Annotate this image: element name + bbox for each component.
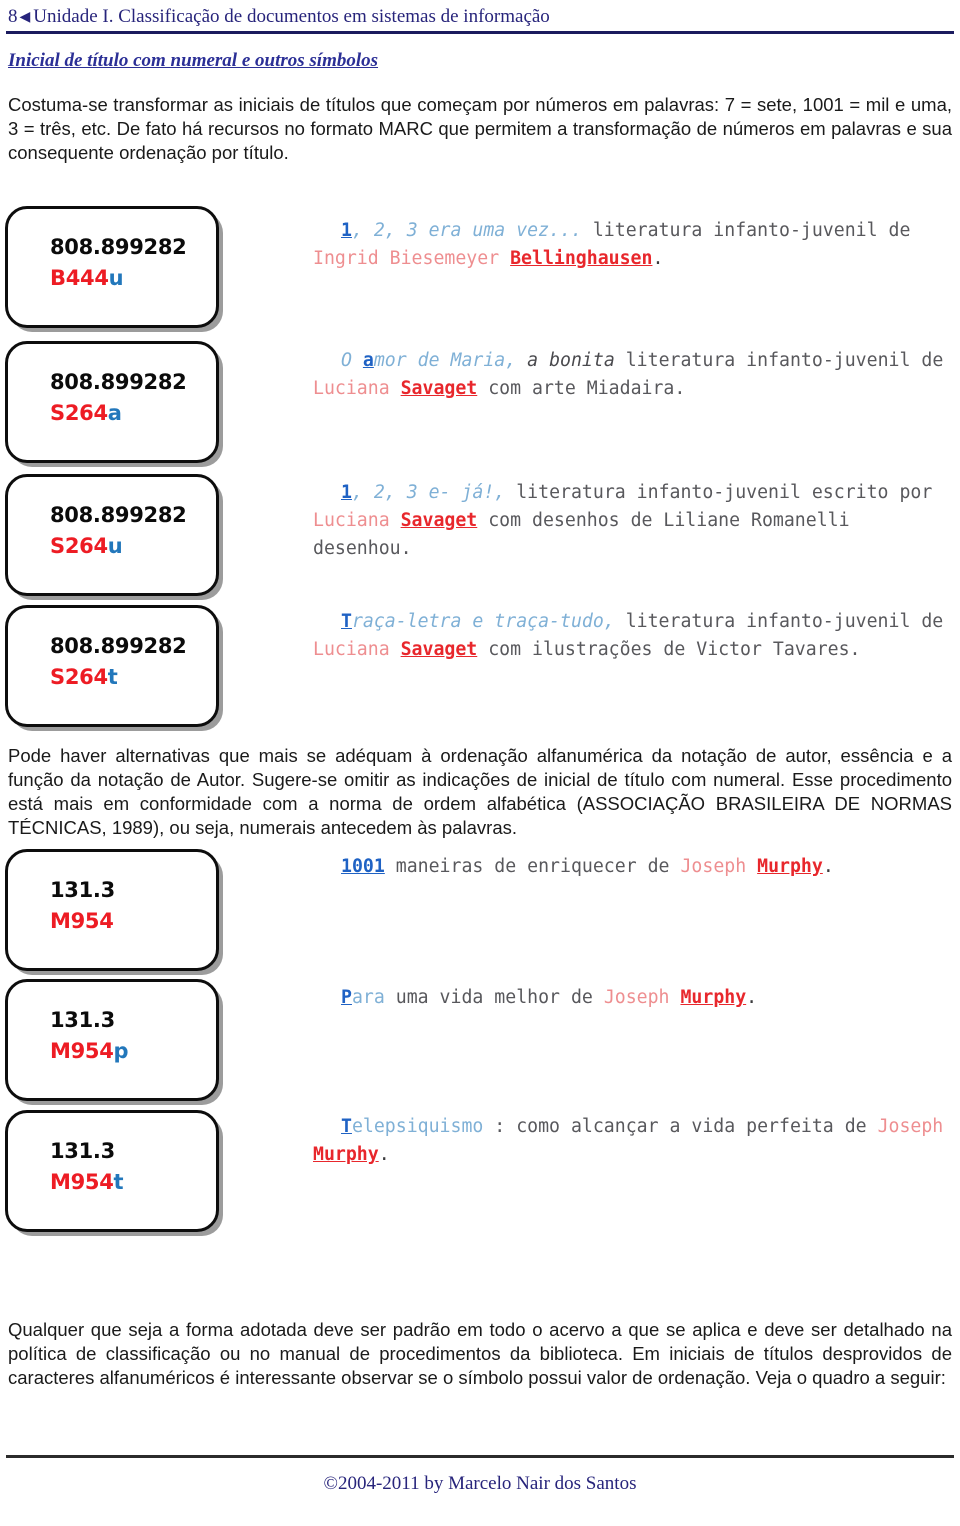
entry-author-2: Luciana	[313, 378, 401, 399]
entry-surname-3: Savaget	[400, 510, 478, 531]
cutter-number-4: S264t	[50, 665, 118, 689]
entry-initial-5: 1001	[341, 856, 385, 877]
cutter-suffix-2: a	[107, 401, 122, 425]
entry-pretitle-2: O	[341, 350, 363, 371]
entry-period-6: .	[746, 987, 758, 1008]
entry-period-1: .	[652, 248, 664, 269]
call-number-5: 131.3	[50, 878, 115, 902]
callout-box-record-7: 131.3 M954t	[5, 1110, 219, 1232]
entry-text-6: Para uma vida melhor de Joseph Murphy.	[313, 984, 958, 1012]
call-number-4: 808.899282	[50, 634, 187, 658]
call-number-7: 131.3	[50, 1139, 115, 1163]
paragraph-middle: Pode haver alternativas que mais se adéq…	[8, 745, 952, 838]
entry-author-6: Joseph	[603, 987, 681, 1008]
cutter-suffix-3: u	[107, 534, 123, 558]
cutter-number-2: S264a	[50, 401, 122, 425]
entry-subtitle-2: a bonita	[516, 350, 615, 371]
entry-author-1: Ingrid Biesemeyer	[313, 248, 511, 269]
header-title: Unidade I. Classificação de documentos e…	[33, 6, 550, 27]
page-header: 8 ◀ Unidade I. Classificação de documentos…	[8, 6, 952, 28]
entry-title-1: , 2, 3 era uma vez...	[351, 220, 582, 241]
entry-title-7: elepsiquismo	[351, 1116, 484, 1137]
entry-surname-2: Savaget	[400, 378, 478, 399]
cutter-main-6: M954	[50, 1039, 114, 1063]
entry-body-5: maneiras de enriquecer de	[384, 856, 681, 877]
cutter-number-6: M954p	[50, 1039, 129, 1063]
entry-period-7: .	[378, 1144, 390, 1165]
entry-text-4: Traça-letra e traça-tudo, literatura inf…	[313, 608, 958, 664]
entry-initial-1: 1	[341, 220, 352, 241]
callout-box-record-6: 131.3 M954p	[5, 979, 219, 1101]
entry-text-2: O amor de Maria, a bonita literatura inf…	[313, 347, 958, 403]
cutter-number-3: S264u	[50, 534, 123, 558]
entry-surname-5: Murphy	[757, 856, 823, 877]
call-number-2: 808.899282	[50, 370, 187, 394]
entry-initial-3: 1	[341, 482, 352, 503]
entry-initial-7: T	[341, 1116, 352, 1137]
entry-title-6: ara	[351, 987, 385, 1008]
entry-text-5: 1001 maneiras de enriquecer de Joseph Mu…	[313, 853, 958, 881]
entry-initial-6: P	[341, 987, 352, 1008]
call-number-6: 131.3	[50, 1008, 115, 1032]
entry-surname-6: Murphy	[680, 987, 747, 1008]
footer-divider	[6, 1455, 954, 1458]
call-number-3: 808.899282	[50, 503, 187, 527]
entry-surname-4: Savaget	[400, 639, 478, 660]
entry-author-4: Luciana	[313, 639, 401, 660]
callout-box-record-4: 808.899282 S264t	[5, 605, 219, 727]
entry-text-3: 1, 2, 3 e- já!, literatura infanto-juven…	[313, 479, 958, 563]
header-page-number: 8	[8, 6, 18, 27]
entry-author-5: Joseph	[680, 856, 758, 877]
entry-body-3: literatura infanto-juvenil escrito por	[505, 482, 933, 503]
cutter-number-7: M954t	[50, 1170, 124, 1194]
callout-box-record-2: 808.899282 S264a	[5, 341, 219, 463]
paragraph-end: Qualquer que seja a forma adotada deve s…	[8, 1319, 952, 1388]
cutter-main-7: M954	[50, 1170, 114, 1194]
entry-surname-7: Murphy	[313, 1144, 379, 1165]
cutter-main-1: B444	[50, 266, 109, 290]
cutter-main-3: S264	[50, 534, 108, 558]
entry-tail-2: com arte Miadaira.	[477, 378, 686, 399]
cutter-number-5: M954	[50, 909, 114, 933]
entry-body-7: : como alcançar a vida perfeita de	[483, 1116, 878, 1137]
callout-box-record-3: 808.899282 S264u	[5, 474, 219, 596]
entry-body-2: literatura infanto-juvenil de	[614, 350, 944, 371]
footer-copyright: ©2004-2011 by Marcelo Nair dos Santos	[323, 1473, 637, 1494]
entry-surname-1: Bellinghausen	[510, 248, 653, 269]
entry-text-1: 1, 2, 3 era uma vez... literatura infant…	[313, 217, 958, 273]
cutter-suffix-1: u	[108, 266, 124, 290]
entry-tail-4: com ilustrações de Victor Tavares.	[477, 639, 861, 660]
entry-author-7: Joseph	[877, 1116, 944, 1137]
entry-initial-2: a	[362, 350, 374, 371]
cutter-main-2: S264	[50, 401, 108, 425]
call-number-1: 808.899282	[50, 235, 187, 259]
entry-title-4: raça-letra e traça-tudo,	[351, 611, 615, 632]
cutter-main-4: S264	[50, 665, 108, 689]
left-triangle-icon: ◀	[19, 10, 31, 25]
entry-title-3: , 2, 3 e- já!,	[351, 482, 506, 503]
paragraph-intro: Costuma-se transformar as iniciais de tí…	[8, 94, 952, 163]
cutter-suffix-7: t	[113, 1170, 124, 1194]
section-title: Inicial de título com numeral e outros s…	[8, 50, 379, 71]
entry-body-4: literatura infanto-juvenil de	[614, 611, 944, 632]
callout-box-record-5: 131.3 M954	[5, 849, 219, 971]
entry-author-3: Luciana	[313, 510, 401, 531]
entry-body-1: literatura infanto-juvenil de	[581, 220, 911, 241]
header-divider	[6, 31, 954, 34]
cutter-suffix-4: t	[107, 665, 118, 689]
cutter-number-1: B444u	[50, 266, 124, 290]
entry-initial-4: T	[341, 611, 352, 632]
cutter-suffix-6: p	[113, 1039, 129, 1063]
entry-period-5: .	[822, 856, 834, 877]
entry-text-7: Telepsiquismo : como alcançar a vida per…	[313, 1113, 958, 1169]
entry-body-6: uma vida melhor de	[384, 987, 604, 1008]
entry-title-2: mor de Maria,	[373, 350, 517, 371]
callout-box-record-1: 808.899282 B444u	[5, 206, 219, 328]
cutter-main-5: M954	[50, 909, 114, 933]
